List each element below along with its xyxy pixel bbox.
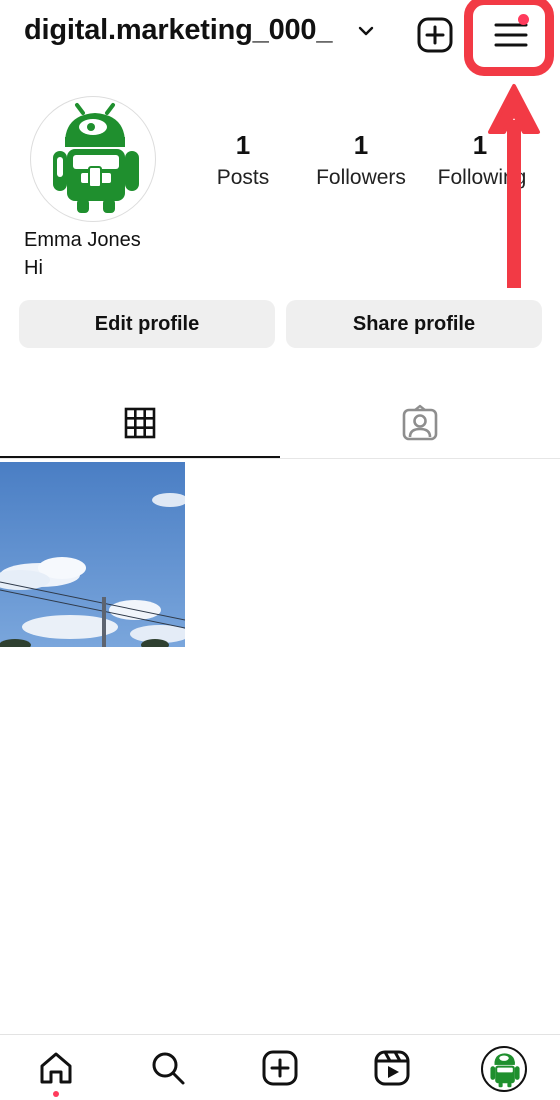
profile-name: Emma Jones <box>24 229 141 251</box>
reels-icon <box>374 1050 410 1086</box>
create-post-icon[interactable] <box>416 16 454 54</box>
nav-search[interactable] <box>148 1048 188 1088</box>
sky-photo <box>0 462 185 647</box>
profile-avatar[interactable] <box>30 96 156 222</box>
create-icon <box>262 1050 298 1086</box>
bottom-nav-border <box>0 1034 560 1035</box>
nav-profile[interactable] <box>481 1046 527 1092</box>
profile-bio: Hi <box>24 257 43 279</box>
annotation-arrow <box>488 84 540 288</box>
home-activity-dot <box>53 1091 59 1097</box>
profile-avatar-icon <box>490 1053 520 1088</box>
followers-label[interactable]: Followers <box>291 166 431 190</box>
followers-count[interactable]: 1 <box>301 130 421 161</box>
home-icon <box>40 1052 72 1084</box>
share-profile-button[interactable]: Share profile <box>286 300 542 348</box>
posts-count[interactable]: 1 <box>183 130 303 161</box>
tab-posts-grid[interactable] <box>0 388 280 458</box>
grid-icon <box>124 407 156 439</box>
chevron-down-icon[interactable] <box>357 24 375 38</box>
profile-username[interactable]: digital.marketing_000_ <box>24 14 332 47</box>
tab-divider <box>0 458 560 459</box>
search-icon <box>152 1052 185 1085</box>
edit-profile-button[interactable]: Edit profile <box>19 300 275 348</box>
nav-home[interactable] <box>36 1048 76 1088</box>
tagged-person-icon <box>402 404 438 441</box>
tab-tagged[interactable] <box>280 388 560 458</box>
post-thumbnail[interactable] <box>0 462 185 647</box>
annotation-highlight-box <box>464 0 554 76</box>
nav-create[interactable] <box>260 1048 300 1088</box>
android-robot-icon <box>53 103 139 213</box>
nav-reels[interactable] <box>372 1048 412 1088</box>
active-tab-indicator <box>0 456 280 458</box>
